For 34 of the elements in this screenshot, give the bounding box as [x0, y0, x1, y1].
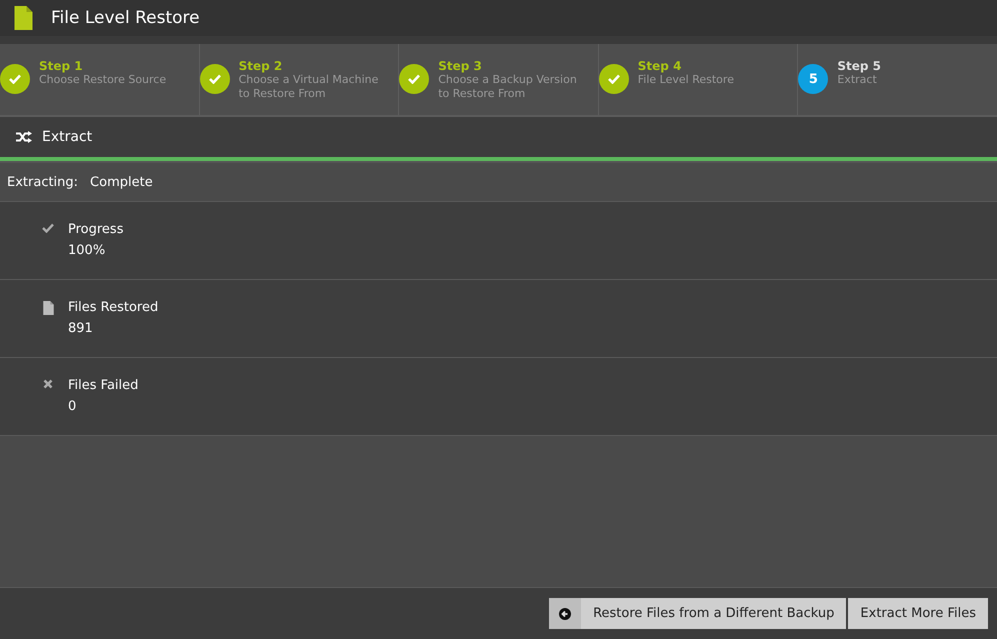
step-label: Step 1: [39, 59, 84, 73]
step-label: Step 4: [638, 59, 682, 73]
wizard-step[interactable]: Step 3 Choose a Backup Version to Restore From: [399, 44, 599, 115]
result-label: Files Failed: [68, 378, 138, 393]
restore-button[interactable]: Restore Files from a Different Backup: [549, 598, 846, 629]
page-title: File Level Restore: [51, 8, 200, 28]
wizard-step[interactable]: Step 2 Choose a Virtual Machine to Restore From: [200, 44, 400, 115]
back-arrow-icon: [559, 608, 572, 620]
result-label: Files Restored: [68, 300, 158, 315]
wizard-step[interactable]: Step 4 File Level Restore: [598, 44, 798, 115]
file-icon: [42, 301, 54, 315]
result-value: 100%: [68, 243, 106, 258]
result-label: Progress: [68, 222, 124, 237]
check-icon: [42, 223, 54, 233]
step-label: Step 2: [238, 59, 284, 73]
document-icon: [14, 6, 33, 30]
result-value: 0: [68, 399, 78, 414]
step-label: Step 3: [438, 59, 483, 73]
step-description: File Level Restore: [638, 73, 734, 87]
wizard-step[interactable]: 5 Step 5 Extract: [798, 44, 997, 115]
result-value: 891: [68, 321, 94, 336]
close-icon: [43, 379, 53, 389]
status-value: Complete: [90, 174, 153, 190]
extract-button[interactable]: Extract More Files: [848, 598, 988, 629]
step-number: 5: [798, 64, 828, 94]
step-description: Choose Restore Source: [39, 73, 166, 87]
step-description: Choose a Backup Version to Restore From: [438, 73, 578, 101]
section-title: Extract: [42, 129, 92, 145]
step-description: Choose a Virtual Machine to Restore From: [238, 73, 380, 101]
status-label: Extracting:: [7, 174, 78, 190]
wizard-step[interactable]: Step 1 Choose Restore Source: [0, 44, 200, 115]
step-description: Extract: [837, 73, 878, 87]
step-label: Step 5: [837, 59, 882, 73]
shuffle-icon: [16, 131, 32, 143]
